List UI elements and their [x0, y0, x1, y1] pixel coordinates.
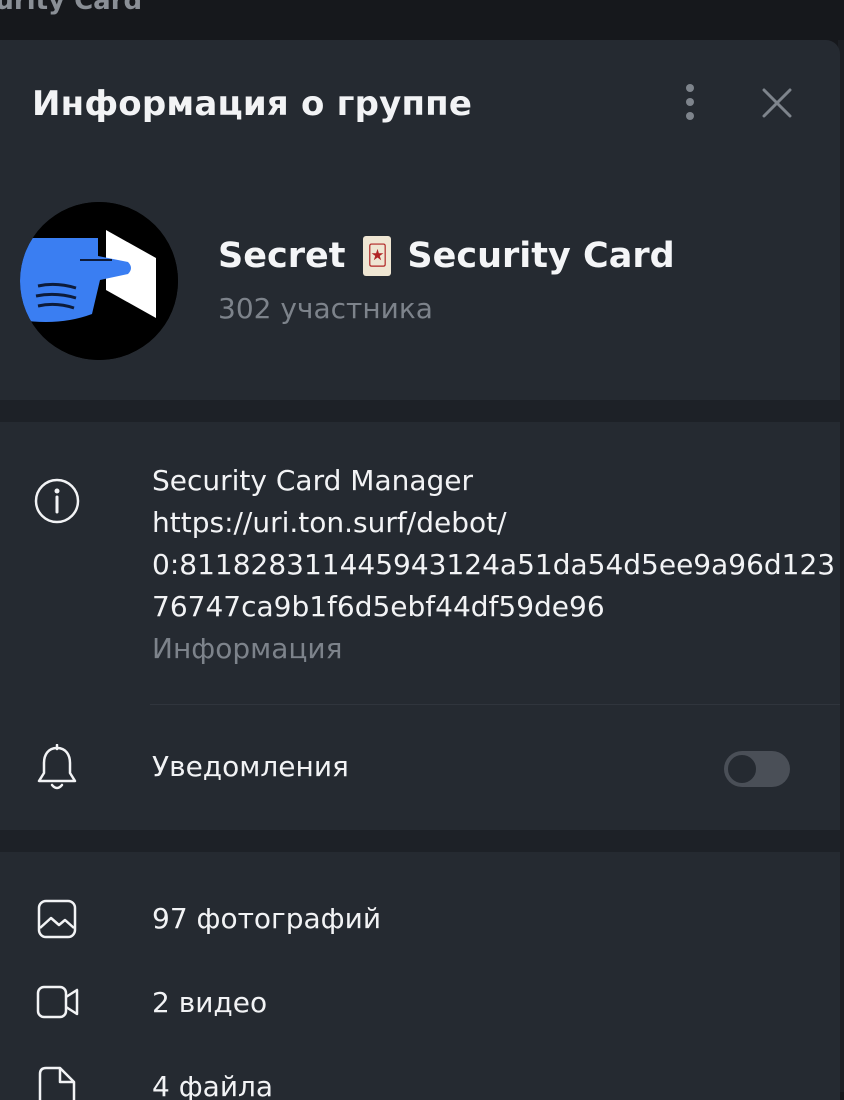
media-photos-item[interactable]: 97 фотографий — [152, 902, 381, 935]
bell-icon — [37, 744, 77, 790]
more-dot-icon — [686, 112, 694, 120]
group-info-panel: Информация о группе Secret 🃏 Security Ca… — [0, 40, 840, 1100]
joker-card-icon: 🃏 — [363, 236, 392, 276]
background-window-title: curity Card — [0, 0, 143, 16]
notifications-label: Уведомления — [152, 750, 349, 783]
panel-title: Информация о группе — [32, 84, 473, 124]
group-name-part2: Security Card — [407, 236, 675, 276]
group-name-part1: Secret — [218, 236, 346, 276]
photo-icon — [37, 899, 77, 939]
media-videos-item[interactable]: 2 видео — [152, 986, 267, 1019]
more-dot-icon — [686, 84, 694, 92]
hand-card-logo-icon — [20, 202, 178, 360]
video-icon — [36, 985, 79, 1019]
group-avatar[interactable] — [20, 202, 178, 360]
description-line: 76747ca9b1f6d5ebf44df59de96 — [152, 590, 605, 623]
description-link[interactable]: https://uri.ton.surf/debot/ — [152, 502, 835, 544]
close-button[interactable] — [756, 82, 798, 124]
info-caption: Информация — [152, 632, 343, 665]
more-dot-icon — [686, 98, 694, 106]
row-divider — [150, 704, 840, 705]
notifications-toggle[interactable] — [724, 751, 790, 787]
close-icon — [762, 88, 792, 118]
info-icon — [34, 478, 80, 524]
group-description[interactable]: Security Card Manager https://uri.ton.su… — [152, 460, 835, 628]
member-count[interactable]: 302 участника — [218, 292, 433, 325]
group-name: Secret 🃏 Security Card — [218, 236, 675, 276]
section-separator — [0, 830, 840, 852]
description-line: 0:81182831144594312​4a51da54d5ee9a96d123 — [152, 548, 836, 581]
more-options-button[interactable] — [672, 78, 708, 126]
description-line: Security Card Manager — [152, 464, 474, 497]
section-separator — [0, 400, 840, 422]
media-files-item[interactable]: 4 файла — [152, 1070, 273, 1100]
file-icon — [38, 1066, 76, 1100]
toggle-knob — [725, 752, 759, 786]
